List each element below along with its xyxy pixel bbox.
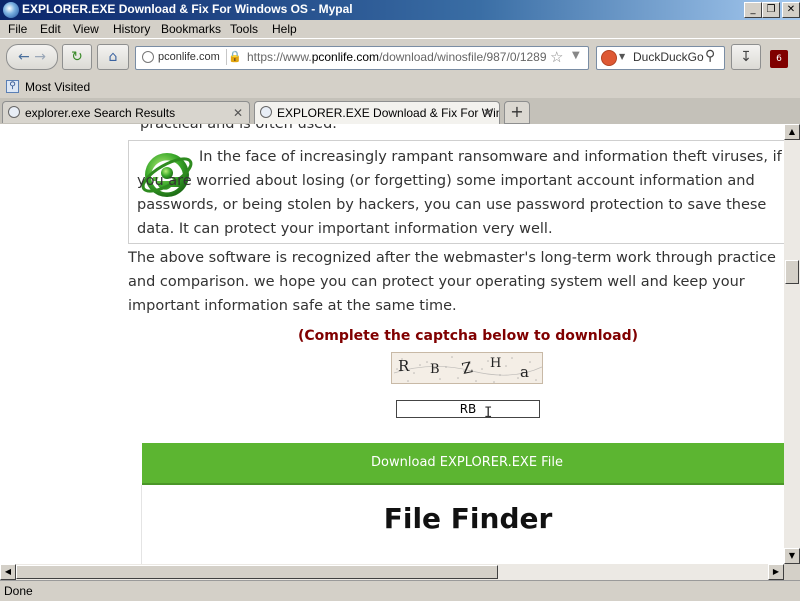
new-tab-button[interactable]: + [504,101,530,124]
window-title: EXPLORER.EXE Download & Fix For Windows … [22,2,353,16]
tab-explorer-download[interactable]: EXPLORER.EXE Download & Fix For Win... ✕ [254,101,500,124]
url-text[interactable]: https://www.pconlife.com/download/winosf… [247,50,547,64]
page-viewport: practical and is often used. In the face… [0,124,784,564]
close-button[interactable]: ✕ [782,2,800,18]
status-text: Done [4,584,33,598]
file-finder-heading: File Finder [383,502,553,535]
minimize-button[interactable]: _ [744,2,762,18]
back-forward-buttons[interactable]: ← → [6,44,58,70]
bookmarks-toolbar: ⚲ Most Visited [0,76,800,98]
title-bar: EXPLORER.EXE Download & Fix For Windows … [0,0,800,20]
menu-help[interactable]: Help [272,22,297,36]
vertical-scroll-thumb[interactable] [785,260,799,284]
menu-tools[interactable]: Tools [230,22,258,36]
scroll-right-icon[interactable]: ▶ [768,564,784,580]
ublock-button[interactable]: 6 [763,44,795,70]
navigation-toolbar: ← → ↻ ⌂ pconlife.com 🔒 https://www.pconl… [0,38,800,77]
reload-icon[interactable]: ↻ [62,44,92,70]
globe-icon [142,51,154,63]
captcha-heading: (Complete the captcha below to download) [297,328,639,344]
recommendation-paragraph: The above software is recognized after t… [128,250,776,314]
horizontal-scroll-thumb[interactable] [16,565,498,579]
url-domain: pconlife.com [311,50,380,64]
ie-paragraph-text: In the face of increasingly rampant rans… [137,149,782,237]
tab-label: explorer.exe Search Results [25,106,176,120]
captcha-char: B [430,362,440,377]
close-tab-icon[interactable]: ✕ [233,102,243,123]
menu-bar: File Edit View History Bookmarks Tools H… [0,20,800,38]
captcha-char: H [490,356,502,371]
cutoff-text: practical and is often used. [140,124,337,132]
download-button[interactable]: Download EXPLORER.EXE File [142,443,784,485]
tab-favicon-icon [260,106,272,118]
site-identity-label: pconlife.com [158,51,220,63]
captcha-char: R [398,357,410,375]
maximize-button[interactable]: ❐ [762,2,780,18]
url-dropdown-icon[interactable]: ▼ [572,50,580,61]
vertical-scrollbar[interactable]: ▲ ▼ [784,124,800,564]
site-identity[interactable]: pconlife.com [138,49,227,65]
downloads-icon[interactable]: ↧ [731,44,761,70]
url-prefix: https://www. [247,50,312,64]
scrollbar-corner [784,564,800,580]
captcha-image: R B Z H a [391,352,543,384]
close-tab-icon[interactable]: ✕ [483,102,493,124]
most-visited-icon: ⚲ [6,80,19,93]
search-icon[interactable]: ⚲ [705,48,715,64]
ie-paragraph: In the face of increasingly rampant rans… [137,145,784,241]
menu-bookmarks[interactable]: Bookmarks [161,22,221,36]
captcha-char: a [520,363,529,381]
tab-search-results[interactable]: explorer.exe Search Results ✕ [2,101,250,123]
menu-view[interactable]: View [73,22,99,36]
search-placeholder: DuckDuckGo [633,50,704,64]
tab-favicon-icon [8,106,20,118]
ublock-icon: 6 [770,50,788,68]
tab-strip: explorer.exe Search Results ✕ EXPLORER.E… [0,98,800,125]
menu-edit[interactable]: Edit [40,22,61,36]
lock-icon: 🔒 [228,50,242,63]
bookmark-star-icon[interactable]: ☆ [550,48,563,66]
search-box[interactable]: ▼ DuckDuckGo ⚲ [596,46,725,70]
scroll-up-icon[interactable]: ▲ [784,124,800,140]
home-icon[interactable]: ⌂ [97,44,129,70]
back-arrow-icon[interactable]: ← [18,49,30,65]
captcha-input[interactable] [396,400,540,418]
horizontal-scrollbar[interactable]: ◀ ▶ [0,564,784,580]
status-bar: Done [0,580,800,601]
menu-history[interactable]: History [113,22,150,36]
text-cursor-icon: I [484,405,493,421]
app-icon [3,2,19,18]
forward-arrow-icon[interactable]: → [34,49,46,65]
most-visited-bookmark[interactable]: Most Visited [25,80,90,94]
url-bar[interactable]: pconlife.com 🔒 https://www.pconlife.com/… [135,46,589,70]
duckduckgo-icon[interactable] [601,50,617,66]
scroll-down-icon[interactable]: ▼ [784,548,800,564]
url-path: /download/winosfile/987/0/128968 [379,50,547,64]
tab-label: EXPLORER.EXE Download & Fix For Win... [277,106,500,120]
scroll-left-icon[interactable]: ◀ [0,564,16,580]
menu-file[interactable]: File [8,22,27,36]
software-box: In the face of increasingly rampant rans… [128,140,784,244]
search-engine-dropdown-icon[interactable]: ▼ [619,52,625,61]
